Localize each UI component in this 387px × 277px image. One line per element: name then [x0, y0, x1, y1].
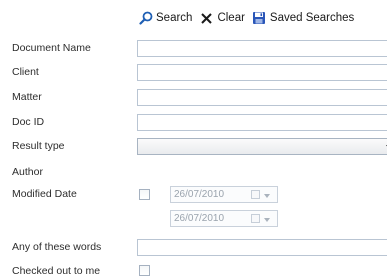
author-label: Author	[12, 166, 43, 178]
result-type-label: Result type	[12, 140, 65, 152]
search-button[interactable]: Search	[138, 11, 192, 26]
modified-date-from-picker[interactable]: 26/07/2010	[170, 186, 278, 203]
search-button-label: Search	[156, 12, 193, 24]
saved-searches-button[interactable]: Saved Searches	[252, 11, 354, 26]
date-to-checkbox[interactable]	[251, 214, 260, 223]
calendar-dropdown-icon[interactable]	[264, 194, 270, 198]
search-icon	[138, 11, 153, 26]
clear-button[interactable]: Clear	[199, 11, 245, 26]
saved-searches-label: Saved Searches	[269, 12, 355, 24]
modified-date-to-value: 26/07/2010	[174, 213, 225, 224]
modified-date-checkbox[interactable]	[139, 189, 150, 200]
modified-date-from-value: 26/07/2010	[174, 189, 225, 200]
any-words-label: Any of these words	[12, 241, 102, 253]
client-input[interactable]	[137, 64, 387, 81]
doc-id-label: Doc ID	[12, 116, 45, 128]
document-name-input[interactable]	[137, 40, 387, 57]
clear-button-label: Clear	[217, 12, 245, 24]
checked-out-checkbox[interactable]	[139, 265, 150, 276]
matter-label: Matter	[12, 91, 42, 103]
saved-searches-icon	[252, 11, 267, 26]
document-name-label: Document Name	[12, 42, 91, 54]
matter-input[interactable]	[137, 89, 387, 106]
client-label: Client	[12, 66, 39, 78]
checked-out-label: Checked out to me	[12, 265, 101, 277]
result-type-dropdown[interactable]	[137, 138, 387, 155]
clear-icon	[199, 11, 214, 26]
toolbar: Search Clear Saved Searches	[138, 9, 361, 27]
modified-date-label: Modified Date	[12, 188, 77, 200]
modified-date-to-picker[interactable]: 26/07/2010	[170, 210, 278, 227]
date-from-checkbox[interactable]	[251, 190, 260, 199]
any-words-input[interactable]	[137, 239, 387, 256]
doc-id-input[interactable]	[137, 114, 387, 131]
calendar-dropdown-icon[interactable]	[264, 218, 270, 222]
